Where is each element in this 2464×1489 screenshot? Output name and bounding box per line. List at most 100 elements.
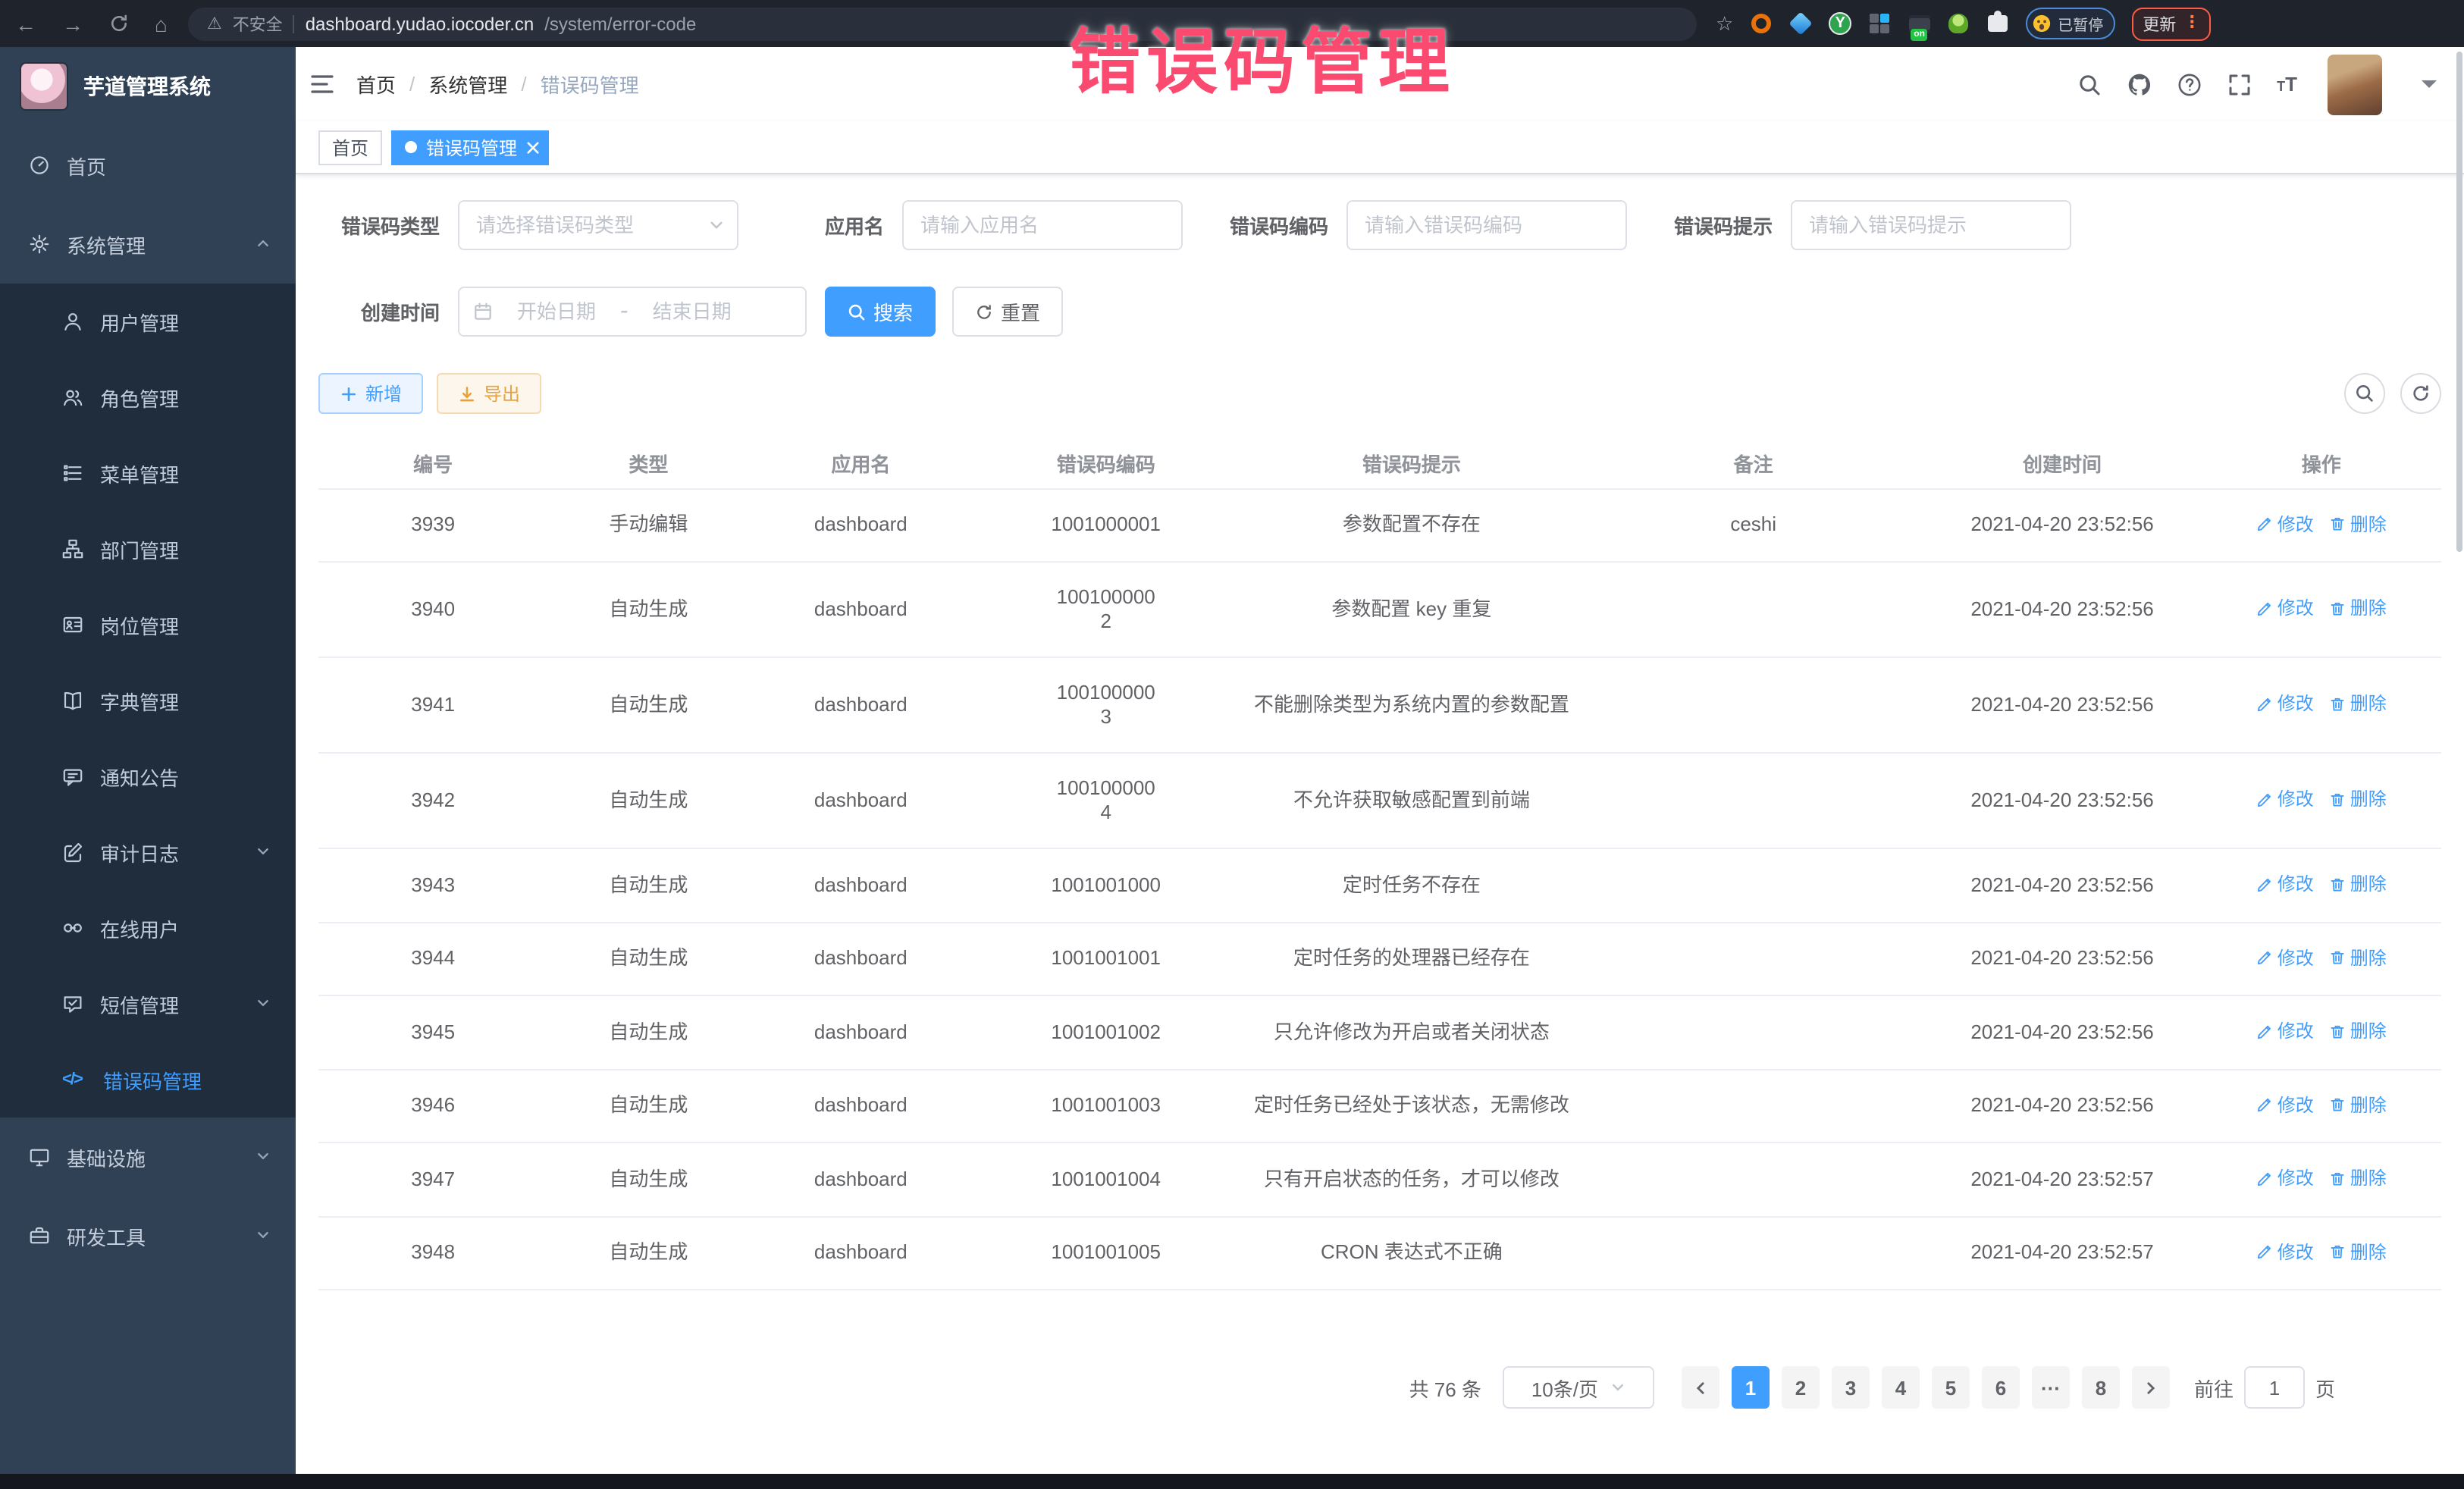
sidebar-item-审计日志[interactable]: 审计日志 [0,814,296,890]
update-chip[interactable]: 更新 ⋮ [2132,7,2211,40]
delete-link[interactable]: 删除 [2329,945,2387,970]
sidebar-item-短信管理[interactable]: 短信管理 [0,966,296,1042]
extension-gem-icon[interactable] [1789,12,1812,35]
export-button[interactable]: 导出 [437,373,541,414]
error-type-select[interactable] [458,200,738,250]
table-row[interactable]: 3947 自动生成 dashboard 1001001004 只有开启状态的任务… [318,1143,2441,1216]
scrollbar-thumb[interactable] [2456,52,2462,552]
breadcrumb-home[interactable]: 首页 [356,70,396,99]
delete-link[interactable]: 删除 [2329,1166,2387,1190]
edit-link[interactable]: 修改 [2256,945,2314,970]
edit-link[interactable]: 修改 [2256,1092,2314,1117]
reset-button[interactable]: 重置 [952,287,1063,337]
tag-error-code[interactable]: 错误码管理 [391,130,549,165]
edit-link[interactable]: 修改 [2256,788,2314,812]
edit-link[interactable]: 修改 [2256,1019,2314,1043]
page-5-button[interactable]: 5 [1932,1366,1970,1409]
address-bar[interactable]: ⚠ 不安全 dashboard.yudao.iocoder.cn/system/… [189,7,1698,40]
delete-link[interactable]: 删除 [2329,872,2387,896]
app-name-input[interactable] [902,200,1183,250]
sidebar-item-通知公告[interactable]: 通知公告 [0,738,296,814]
edit-link[interactable]: 修改 [2256,872,2314,896]
page-size-select[interactable]: 10条/页 [1503,1366,1654,1409]
sidebar-item-菜单管理[interactable]: 菜单管理 [0,435,296,511]
sidebar-item-字典管理[interactable]: 字典管理 [0,663,296,738]
sidebar-item-基础设施[interactable]: 基础设施 [0,1118,296,1196]
hamburger-icon[interactable] [309,71,335,97]
delete-link[interactable]: 删除 [2329,692,2387,716]
page-3-button[interactable]: 3 [1832,1366,1870,1409]
sidebar-item-错误码管理[interactable]: </>错误码管理 [0,1042,296,1118]
extension-grid-icon[interactable] [1868,12,1891,35]
tag-home[interactable]: 首页 [318,130,382,165]
sidebar-item-在线用户[interactable]: 在线用户 [0,890,296,966]
table-row[interactable]: 3943 自动生成 dashboard 1001001000 定时任务不存在 2… [318,848,2441,922]
goto-page-input[interactable] [2244,1366,2305,1409]
bookmark-star-icon[interactable]: ☆ [1716,11,1733,36]
edit-link[interactable]: 修改 [2256,1240,2314,1264]
page-1-button[interactable]: 1 [1732,1366,1770,1409]
sidebar-item-角色管理[interactable]: 角色管理 [0,359,296,435]
more-pages-button[interactable]: ··· [2032,1366,2070,1409]
help-icon[interactable] [2177,72,2201,96]
add-button[interactable]: 新增 [318,373,423,414]
extension-orange-icon[interactable] [1750,12,1773,35]
delete-link[interactable]: 删除 [2329,788,2387,812]
user-avatar[interactable] [2328,54,2382,114]
font-size-icon[interactable]: TT [2277,73,2297,96]
sidebar-logo-row[interactable]: 芋道管理系统 [0,47,296,126]
browser-home-icon[interactable]: ⌂ [155,11,168,36]
sidebar-item-首页[interactable]: 首页 [0,126,296,205]
table-row[interactable]: 3945 自动生成 dashboard 1001001002 只允许修改为开启或… [318,995,2441,1069]
page-6-button[interactable]: 6 [1982,1366,2020,1409]
delete-link[interactable]: 删除 [2329,1240,2387,1264]
table-row[interactable]: 3942 自动生成 dashboard 1001000004 不允许获取敏感配置… [318,753,2441,848]
table-row[interactable]: 3944 自动生成 dashboard 1001001001 定时任务的处理器已… [318,922,2441,995]
end-date-input[interactable] [638,300,747,323]
delete-link[interactable]: 删除 [2329,597,2387,621]
table-row[interactable]: 3940 自动生成 dashboard 1001000002 参数配置 key … [318,562,2441,657]
edit-link[interactable]: 修改 [2256,692,2314,716]
sidebar-item-部门管理[interactable]: 部门管理 [0,511,296,587]
avatar-caret-icon[interactable] [2422,80,2437,96]
fullscreen-icon[interactable] [2227,72,2251,96]
browser-forward-icon[interactable]: → [62,11,83,36]
breadcrumb-system[interactable]: 系统管理 [428,70,507,99]
prev-page-button[interactable] [1682,1366,1719,1409]
sidebar-item-用户管理[interactable]: 用户管理 [0,284,296,359]
sidebar-item-研发工具[interactable]: 研发工具 [0,1196,296,1275]
browser-back-icon[interactable]: ← [15,11,36,36]
extension-list-icon[interactable]: on [1908,12,1930,35]
table-row[interactable]: 3941 自动生成 dashboard 1001000003 不能删除类型为系统… [318,657,2441,753]
delete-link[interactable]: 删除 [2329,512,2387,536]
page-4-button[interactable]: 4 [1882,1366,1920,1409]
refresh-table-button[interactable] [2400,373,2441,414]
table-row[interactable]: 3946 自动生成 dashboard 1001001003 定时任务已经处于该… [318,1069,2441,1143]
github-icon[interactable] [2127,72,2151,96]
edit-link[interactable]: 修改 [2256,597,2314,621]
start-date-input[interactable] [502,300,611,323]
search-icon[interactable] [2077,72,2101,96]
browser-reload-icon[interactable] [109,14,129,33]
extension-spy-icon[interactable] [1947,12,1970,35]
delete-link[interactable]: 删除 [2329,1092,2387,1117]
error-msg-input[interactable] [1791,200,2071,250]
page-2-button[interactable]: 2 [1782,1366,1820,1409]
delete-link[interactable]: 删除 [2329,1019,2387,1043]
page-8-button[interactable]: 8 [2082,1366,2120,1409]
paused-chip[interactable]: 已暂停 [2026,8,2115,39]
extension-puzzle-icon[interactable] [1986,12,2009,35]
table-row[interactable]: 3939 手动编辑 dashboard 1001000001 参数配置不存在 c… [318,488,2441,562]
date-range-picker[interactable]: - [458,287,807,337]
table-row[interactable]: 3948 自动生成 dashboard 1001001005 CRON 表达式不… [318,1216,2441,1290]
search-button[interactable]: 搜索 [825,287,936,337]
sidebar-item-系统管理[interactable]: 系统管理 [0,205,296,284]
browser-menu-icon[interactable]: ⋮ [2183,15,2200,32]
extension-y-icon[interactable]: Y [1829,12,1851,35]
toggle-search-button[interactable] [2344,373,2385,414]
edit-link[interactable]: 修改 [2256,1166,2314,1190]
edit-link[interactable]: 修改 [2256,512,2314,536]
sidebar-item-岗位管理[interactable]: 岗位管理 [0,587,296,663]
next-page-button[interactable] [2132,1366,2170,1409]
error-code-input[interactable] [1346,200,1627,250]
